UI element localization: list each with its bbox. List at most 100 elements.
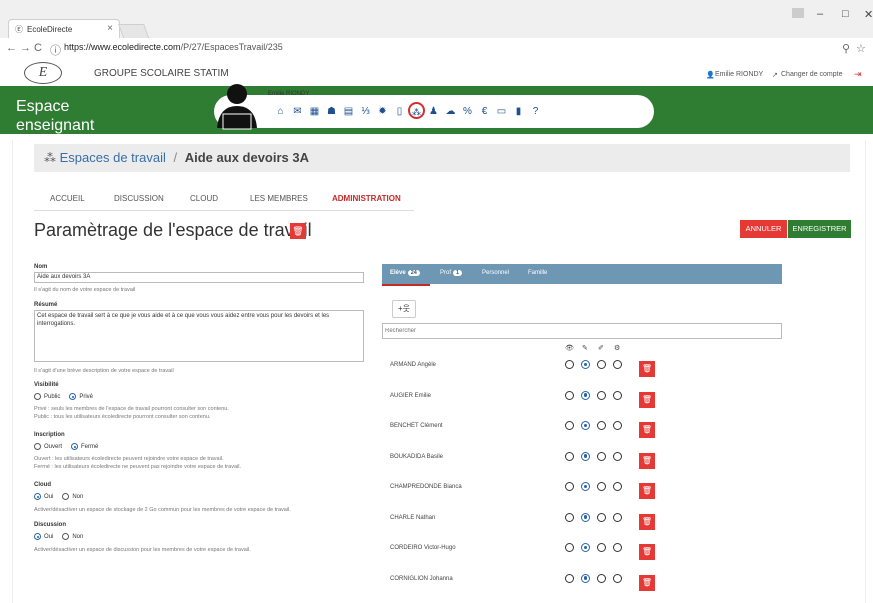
permission-radio[interactable] [565, 573, 574, 583]
permission-radio[interactable] [565, 360, 574, 369]
breadcrumb-root[interactable]: Espaces de travail [60, 150, 166, 165]
minimize-button[interactable]: – [817, 8, 823, 20]
remove-member-trash-icon[interactable]: 🗑 [639, 544, 655, 560]
cloud-yes-radio[interactable] [34, 493, 41, 500]
tab-members[interactable]: LES MEMBRES [250, 194, 308, 203]
save-button[interactable]: ENREGISTRER [788, 220, 851, 238]
cloud-icon[interactable]: ☁ [442, 106, 459, 119]
tab-personnel[interactable]: Personnel [482, 270, 509, 276]
permission-radio[interactable] [565, 451, 574, 461]
tab-administration[interactable]: ADMINISTRATION [332, 194, 401, 203]
close-window-button[interactable]: ✕ [864, 8, 873, 21]
add-member-button[interactable]: +웃 [392, 300, 416, 318]
euro-icon[interactable]: € [476, 106, 493, 119]
permission-radio[interactable] [613, 390, 622, 400]
permission-radio[interactable] [581, 451, 590, 461]
permission-radio[interactable] [581, 421, 590, 430]
permission-radio[interactable] [597, 482, 606, 491]
grades-icon[interactable]: ⅓ [357, 106, 374, 119]
summary-textarea[interactable]: Cet espace de travail sert à ce que je v… [34, 310, 364, 362]
permission-radio[interactable] [581, 573, 590, 583]
reload-icon[interactable]: C [34, 42, 42, 54]
permission-radio[interactable] [581, 543, 590, 552]
extension-icon[interactable]: ⚲ [842, 42, 850, 55]
name-input[interactable]: Aide aux devoirs 3A [34, 272, 364, 283]
permission-radio[interactable] [597, 512, 606, 522]
inscription-help-closed: Fermé : les utilisateurs écoledirecte ne… [34, 464, 241, 470]
permission-radio[interactable] [581, 390, 590, 400]
remove-member-trash-icon[interactable]: 🗑 [639, 452, 655, 469]
tab-accueil[interactable]: ACCUEIL [50, 194, 85, 203]
remove-member-trash-icon[interactable]: 🗑 [639, 513, 655, 530]
permission-radio[interactable] [613, 421, 622, 430]
tab-discussion[interactable]: DISCUSSION [114, 194, 164, 203]
permission-radio[interactable] [565, 390, 574, 400]
remove-member-trash-icon[interactable]: 🗑 [639, 361, 655, 377]
user-profile-icon[interactable] [792, 8, 804, 18]
url-field[interactable]: https://www.ecoledirecte.com/P/27/Espace… [64, 42, 283, 52]
permission-radio[interactable] [597, 421, 606, 430]
clipboard-icon[interactable]: ▤ [340, 106, 357, 119]
workspaces-icon[interactable]: ⁂ [408, 102, 425, 119]
permission-radio[interactable] [613, 573, 622, 583]
inscription-closed-radio[interactable] [71, 443, 79, 450]
permission-radio[interactable] [581, 512, 590, 522]
permission-radio[interactable] [597, 451, 606, 461]
remove-member-trash-icon[interactable]: 🗑 [639, 422, 655, 438]
home-icon[interactable]: ⌂ [272, 106, 289, 119]
permission-radio[interactable] [565, 512, 574, 522]
cloud-help: Activer/désactiver un espace de stockage… [34, 507, 291, 513]
permission-radio[interactable] [613, 451, 622, 461]
site-info-icon[interactable]: ⓘ [50, 42, 61, 58]
top-user-name[interactable]: Emilie RIONDY [715, 71, 763, 78]
link-icon[interactable]: % [459, 106, 476, 119]
discussion-yes-radio[interactable] [34, 533, 41, 540]
tab-prof[interactable]: Prof 1 [440, 270, 463, 276]
permission-radio[interactable] [581, 482, 590, 491]
permission-radio[interactable] [565, 543, 574, 552]
change-account-link[interactable]: Changer de compte [781, 71, 842, 78]
settings-icon[interactable]: ✹ [374, 106, 391, 119]
tab-eleve[interactable]: Elève 24 [390, 270, 420, 276]
permission-radio[interactable] [565, 482, 574, 491]
ecoledirecte-logo[interactable]: E [24, 62, 62, 84]
help-icon[interactable]: ? [527, 106, 544, 119]
back-arrow-icon[interactable]: ← [6, 42, 17, 54]
permission-radio[interactable] [597, 360, 606, 369]
book-icon[interactable]: ▮ [510, 106, 527, 119]
permission-radio[interactable] [565, 421, 574, 430]
tab-cloud[interactable]: CLOUD [190, 194, 218, 203]
cancel-button[interactable]: ANNULER [740, 220, 787, 238]
permission-radio[interactable] [597, 573, 606, 583]
visibility-public-radio[interactable] [34, 393, 41, 400]
remove-member-trash-icon[interactable]: 🗑 [639, 391, 655, 408]
remove-member-trash-icon[interactable]: 🗑 [639, 483, 655, 499]
card-icon[interactable]: ▭ [493, 106, 510, 119]
browser-tab[interactable]: Ⓔ EcoleDirecte × [8, 19, 120, 38]
calendar-icon[interactable]: ▦ [306, 106, 323, 119]
mail-icon[interactable]: ✉ [289, 106, 306, 119]
visibility-private-radio[interactable] [69, 393, 77, 400]
permission-radio[interactable] [581, 360, 590, 369]
permission-radio[interactable] [613, 360, 622, 369]
tab-close-icon[interactable]: × [107, 23, 113, 34]
remove-member-trash-icon[interactable]: 🗑 [639, 574, 655, 591]
member-search-input[interactable] [382, 323, 782, 339]
meeting-icon[interactable]: ♟ [425, 106, 442, 119]
bookmark-star-icon[interactable]: ☆ [856, 42, 866, 55]
permission-radio[interactable] [613, 482, 622, 491]
cloud-no-radio[interactable] [62, 493, 70, 500]
inscription-open-radio[interactable] [34, 443, 41, 450]
permission-radio[interactable] [597, 543, 606, 552]
maximize-button[interactable]: □ [842, 8, 849, 20]
permission-radio[interactable] [597, 390, 606, 400]
permission-radio[interactable] [613, 512, 622, 522]
forward-arrow-icon[interactable]: → [20, 42, 31, 54]
delete-workspace-trash-icon[interactable]: 🗑 [290, 223, 306, 239]
permission-radio[interactable] [613, 543, 622, 552]
students-icon[interactable]: ☗ [323, 106, 340, 119]
discussion-no-radio[interactable] [62, 533, 70, 540]
notebook-icon[interactable]: ▯ [391, 106, 408, 119]
logout-icon[interactable]: ⇥ [854, 69, 862, 80]
tab-famille[interactable]: Famille [528, 270, 547, 276]
